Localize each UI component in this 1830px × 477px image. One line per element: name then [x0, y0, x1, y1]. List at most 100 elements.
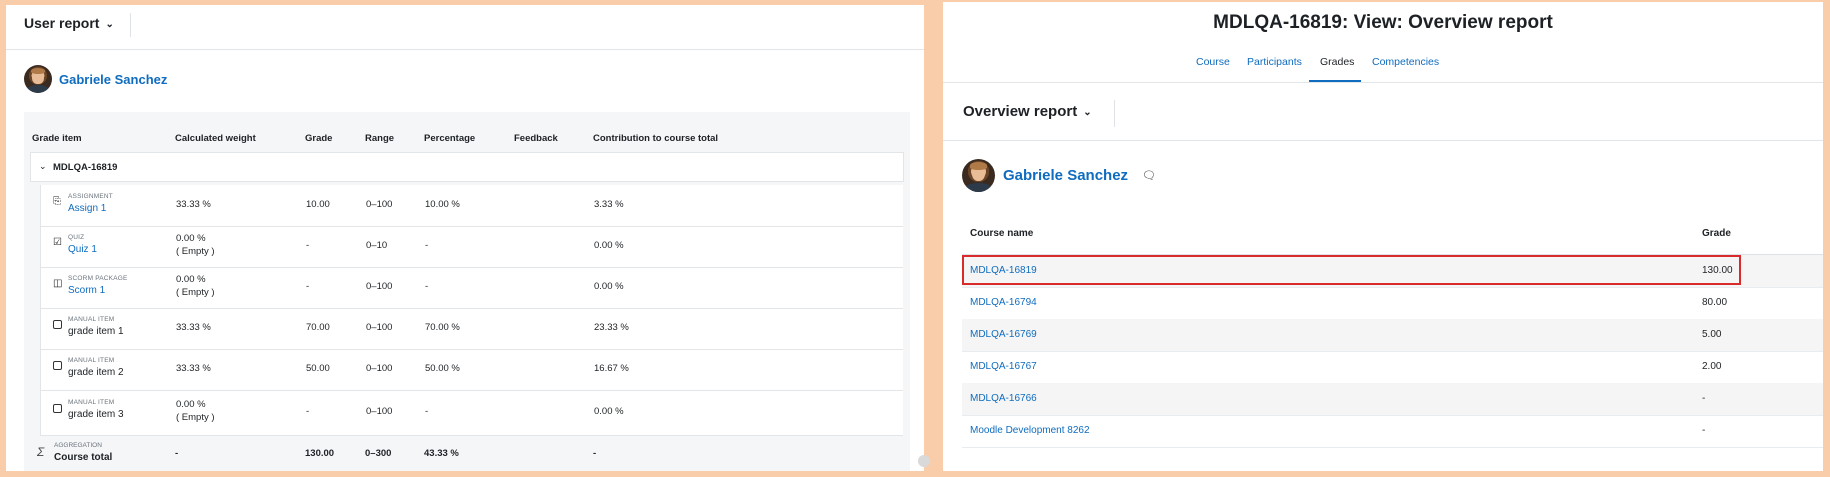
total-grade: 130.00 [305, 448, 335, 459]
course-grade: - [1702, 425, 1706, 436]
report-selector-label: User report [24, 15, 100, 31]
item-grade: - [306, 281, 310, 292]
col-grade: Grade [1702, 228, 1731, 239]
user-name-link[interactable]: Gabriele Sanchez [59, 72, 167, 87]
course-grade: 2.00 [1702, 361, 1722, 372]
item-weight-note: ( Empty ) [176, 246, 215, 257]
total-name: Course total [54, 452, 113, 463]
table-row: ◫ SCORM PACKAGE Scorm 1 0.00 % ( Empty )… [41, 267, 903, 309]
item-grade: - [306, 240, 310, 251]
item-grade: 50.00 [306, 363, 330, 374]
course-grade: 80.00 [1702, 297, 1728, 308]
table-row: ⎘ ASSIGNMENT Assign 1 33.33 % 10.00 0–10… [41, 185, 903, 227]
sigma-icon: Σ [37, 445, 45, 459]
table-row: MDLQA-16767 2.00 [962, 351, 1823, 384]
grade-table: Grade item Calculated weight Grade Range… [24, 112, 910, 471]
item-contribution: 0.00 % [594, 281, 624, 292]
tab-participants[interactable]: Participants [1247, 56, 1302, 68]
total-type: AGGREGATION [54, 442, 102, 449]
course-link[interactable]: MDLQA-16769 [970, 329, 1037, 340]
col-grade: Grade [305, 133, 333, 144]
scorm-package-icon: ◫ [53, 278, 63, 289]
item-range: 0–100 [366, 322, 393, 333]
scroll-handle[interactable] [918, 455, 930, 467]
user-report-panel: User report ⌄ Gabriele Sanchez Grade item… [6, 5, 924, 471]
item-grade: - [306, 406, 310, 417]
item-weight-note: ( Empty ) [176, 287, 215, 298]
total-range: 0–300 [365, 448, 392, 459]
item-percentage: - [425, 406, 429, 417]
item-name-link[interactable]: Assign 1 [68, 203, 106, 214]
user-report-header: User report ⌄ [6, 5, 924, 50]
manual-item-icon [53, 361, 63, 371]
overview-report-panel: MDLQA-16819: View: Overview report Cours… [943, 2, 1823, 471]
total-weight: - [175, 448, 179, 459]
item-type: SCORM PACKAGE [68, 275, 128, 282]
item-percentage: 10.00 % [425, 199, 460, 210]
avatar[interactable] [962, 159, 995, 192]
item-weight: 0.00 % [176, 233, 206, 244]
table-row: ☑ QUIZ Quiz 1 0.00 % ( Empty ) - 0–10 - … [41, 226, 903, 268]
item-type: MANUAL ITEM [68, 399, 115, 406]
col-course-name: Course name [970, 228, 1034, 239]
item-contribution: 3.33 % [594, 199, 624, 210]
item-range: 0–10 [366, 240, 388, 251]
item-contribution: 23.33 % [594, 322, 629, 333]
table-row: MDLQA-16769 5.00 [962, 319, 1823, 352]
item-grade: 10.00 [306, 199, 330, 210]
highlight-box [962, 255, 1741, 285]
avatar[interactable] [24, 65, 52, 93]
course-link[interactable]: MDLQA-16794 [970, 297, 1037, 308]
col-percentage: Percentage [424, 133, 476, 144]
message-icon[interactable]: 🗨 [1142, 169, 1156, 182]
item-weight-note: ( Empty ) [176, 412, 215, 423]
col-calculated-weight: Calculated weight [175, 133, 256, 144]
chevron-down-icon: ⌄ [105, 18, 114, 30]
item-contribution: 0.00 % [594, 406, 624, 417]
tab-competencies[interactable]: Competencies [1372, 56, 1439, 68]
header-divider [130, 13, 131, 37]
total-percentage: 43.33 % [424, 448, 459, 459]
course-link[interactable]: MDLQA-16767 [970, 361, 1037, 372]
course-total-row: Σ AGGREGATION Course total - 130.00 0–30… [24, 436, 910, 471]
report-selector-dropdown[interactable]: User report ⌄ [24, 15, 114, 31]
item-weight: 0.00 % [176, 399, 206, 410]
header-divider [1114, 100, 1115, 127]
user-name-link[interactable]: Gabriele Sanchez [1003, 167, 1128, 184]
item-name-link[interactable]: Quiz 1 [68, 244, 97, 255]
table-row: Moodle Development 8262 - [962, 415, 1823, 448]
item-name: grade item 2 [68, 367, 124, 378]
quiz-icon: ☑ [53, 237, 62, 248]
category-name: MDLQA-16819 [53, 162, 118, 173]
course-grade: 5.00 [1702, 329, 1722, 340]
item-range: 0–100 [366, 406, 393, 417]
course-link[interactable]: MDLQA-16766 [970, 393, 1037, 404]
item-type: MANUAL ITEM [68, 357, 115, 364]
tab-grades[interactable]: Grades [1320, 56, 1354, 68]
course-link[interactable]: Moodle Development 8262 [970, 425, 1090, 436]
header-bottom-divider [943, 140, 1823, 141]
item-range: 0–100 [366, 199, 393, 210]
item-weight: 0.00 % [176, 274, 206, 285]
tabs-divider [943, 82, 1823, 83]
item-name: grade item 1 [68, 326, 124, 337]
user-heading: Gabriele Sanchez 🗨 [962, 159, 1156, 192]
course-grade: - [1702, 393, 1706, 404]
course-tabs: Course Participants Grades Competencies [943, 48, 1823, 84]
category-row[interactable]: ⌄ MDLQA-16819 [30, 152, 904, 182]
item-contribution: 16.67 % [594, 363, 629, 374]
chevron-down-icon[interactable]: ⌄ [39, 161, 47, 172]
chevron-down-icon: ⌄ [1083, 106, 1092, 118]
tab-course[interactable]: Course [1196, 56, 1230, 68]
item-percentage: 50.00 % [425, 363, 460, 374]
total-contribution: - [593, 448, 597, 459]
item-range: 0–100 [366, 281, 393, 292]
manual-item-icon [53, 320, 63, 330]
col-range: Range [365, 133, 395, 144]
table-row: MANUAL ITEM grade item 2 33.33 % 50.00 0… [41, 349, 903, 391]
item-name: grade item 3 [68, 409, 124, 420]
report-selector-label: Overview report [963, 103, 1078, 120]
item-name-link[interactable]: Scorm 1 [68, 285, 105, 296]
report-selector-dropdown[interactable]: Overview report ⌄ [963, 103, 1092, 120]
table-row: MDLQA-16766 - [962, 383, 1823, 416]
